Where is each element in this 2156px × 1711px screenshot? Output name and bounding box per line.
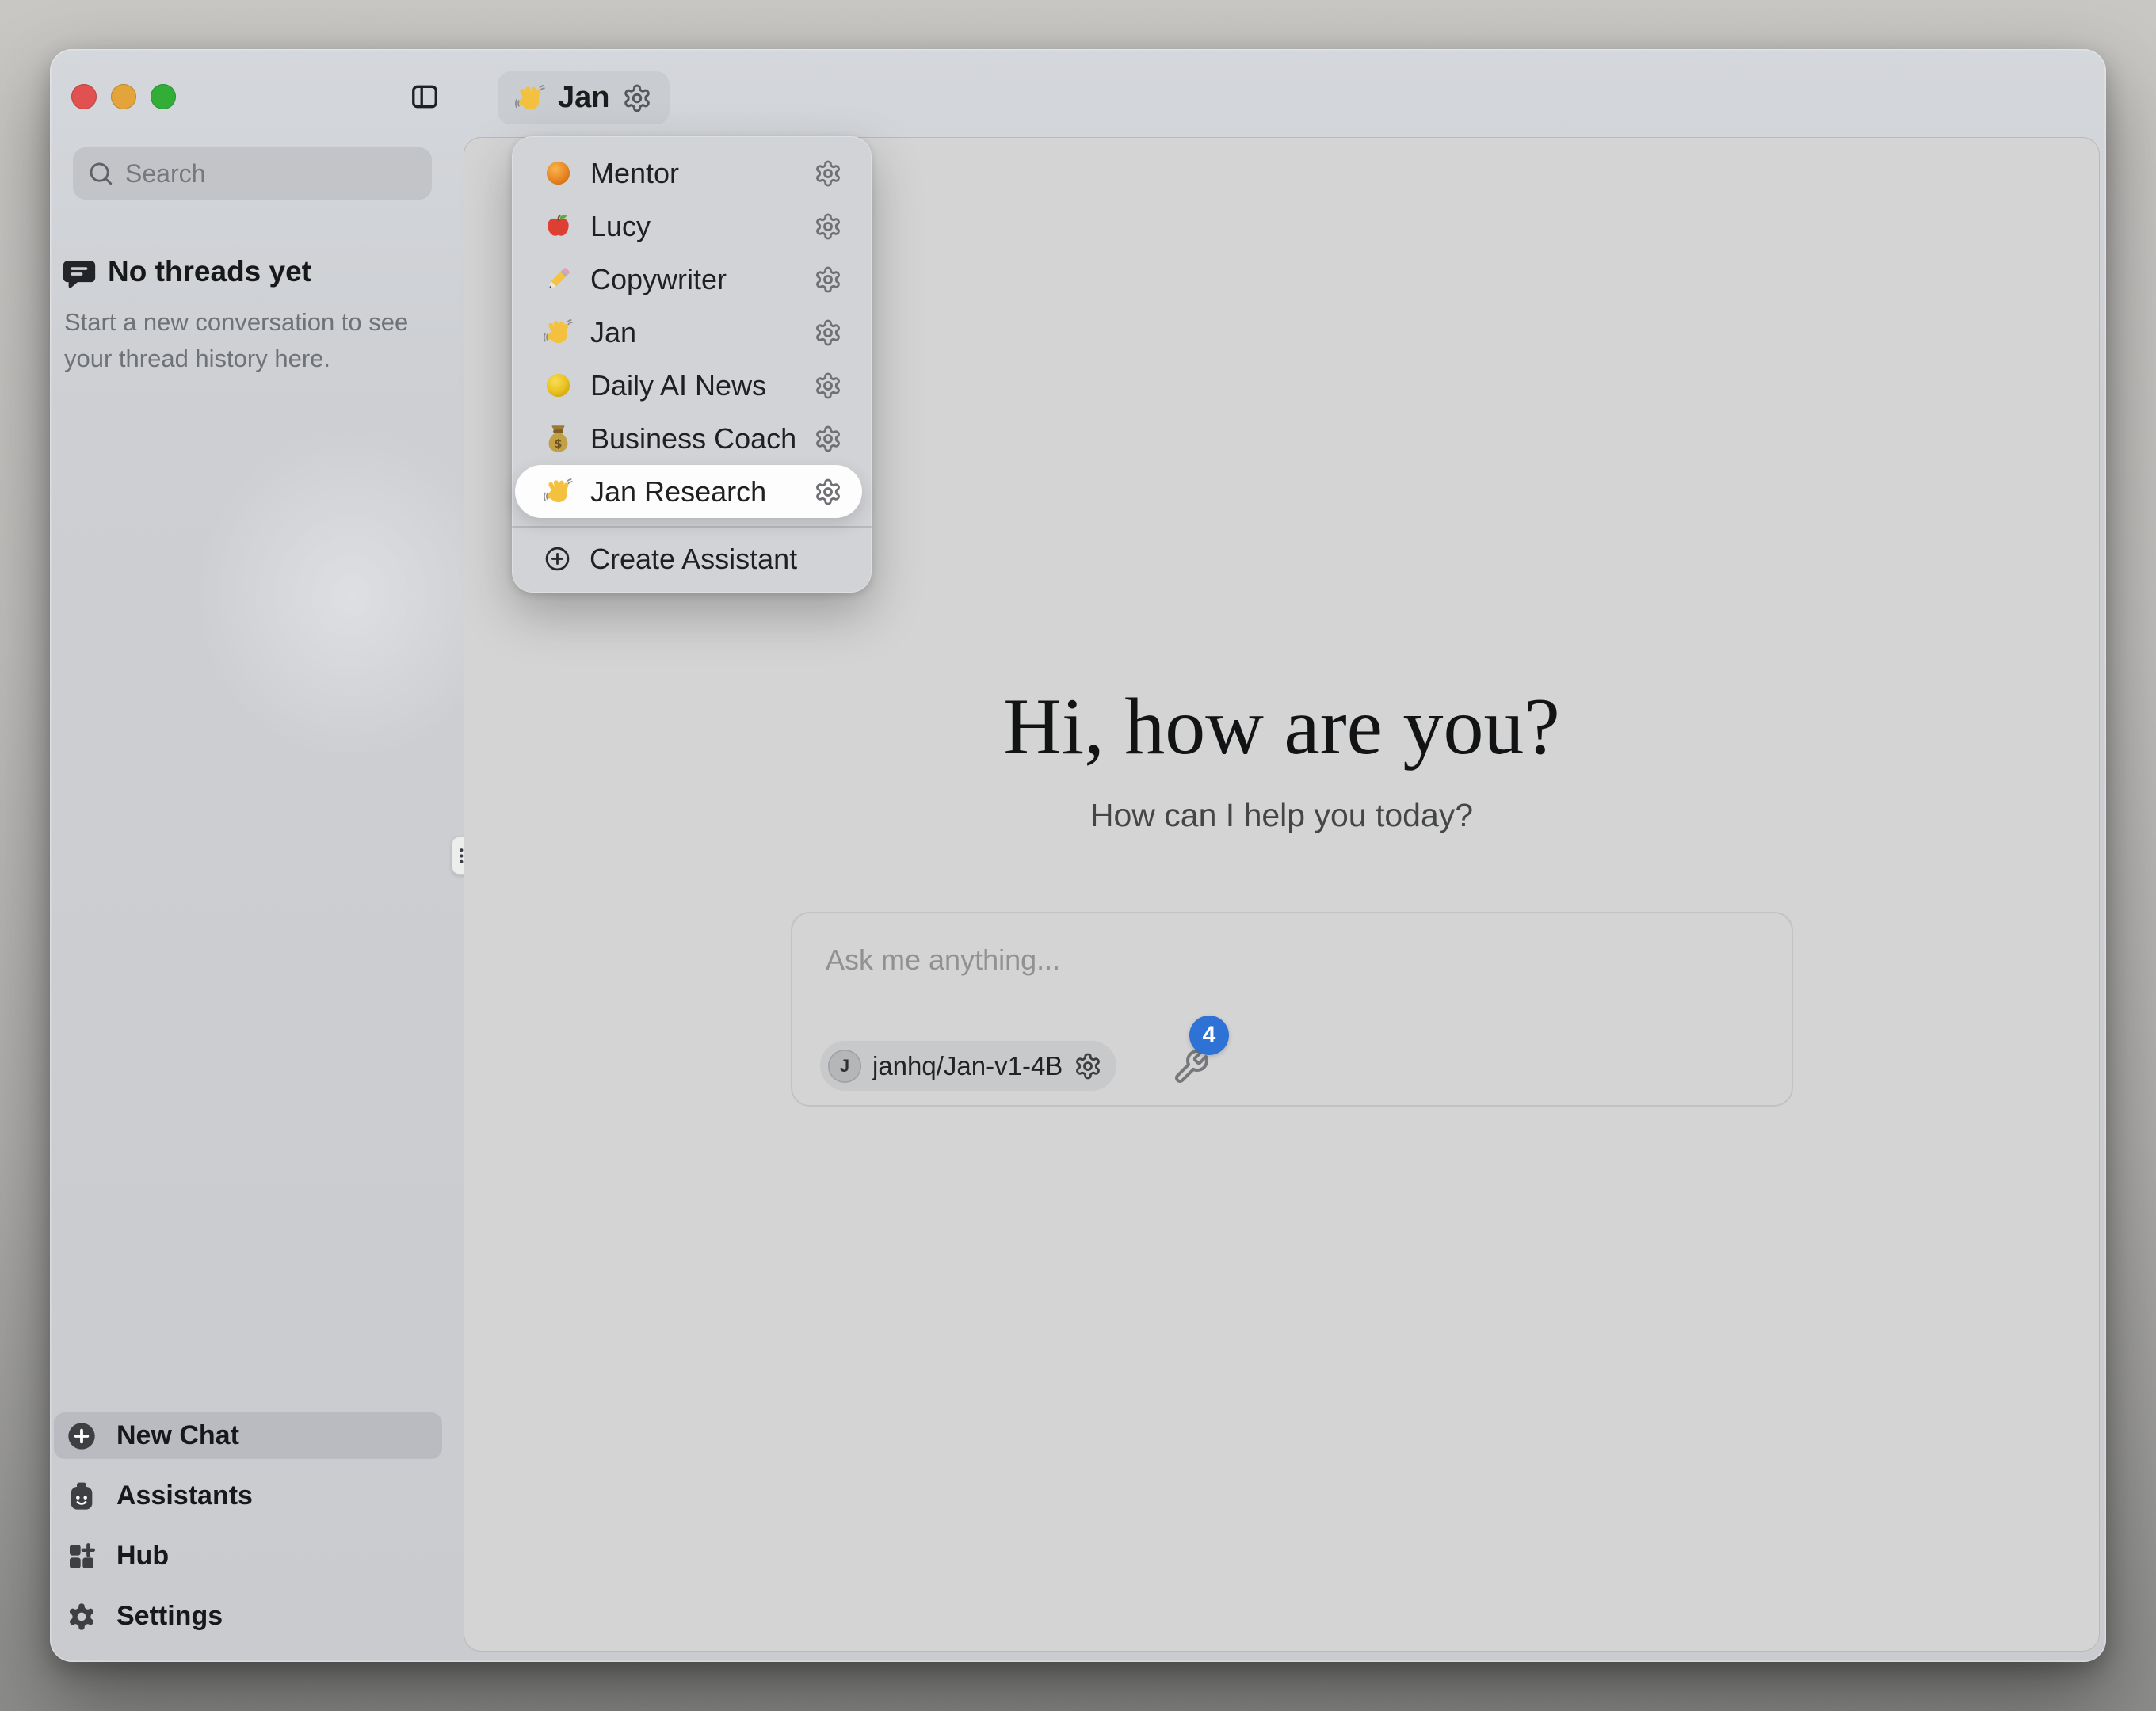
model-selector-button[interactable]: J janhq/Jan-v1-4B [820,1041,1116,1091]
sidebar-nav-label: Settings [116,1601,223,1632]
pencil-emoji-icon [544,265,573,294]
sidebar-toggle-button[interactable] [405,77,445,116]
assistant-menu-item-label: Mentor [590,157,679,190]
model-avatar: J [828,1050,861,1083]
menu-separator [512,526,872,528]
sidebar-item-assistants[interactable]: Assistants [54,1473,442,1519]
assistant-menu-items: Mentor Lucy Copywriter Jan Daily AI News… [512,147,872,518]
greeting-title: Hi, how are you? [464,683,2099,772]
orange-circle-emoji-icon [544,158,573,188]
assistant-menu-item-mentor[interactable]: Mentor [515,147,862,200]
chat-composer[interactable]: J janhq/Jan-v1-4B 4 [791,912,1793,1107]
create-assistant-button[interactable]: Create Assistant [512,535,872,583]
search-input[interactable]: Search [73,147,432,200]
model-name: janhq/Jan-v1-4B [872,1051,1063,1081]
assistant-dropdown-menu: Mentor Lucy Copywriter Jan Daily AI News… [512,136,872,593]
tools-count-badge: 4 [1189,1016,1229,1055]
assistant-selector-button[interactable]: Jan [498,71,670,124]
plus-circle-icon [544,545,571,573]
assistant-menu-item-label: Jan Research [590,475,766,509]
greeting-subtitle: How can I help you today? [464,797,2099,834]
create-assistant-label: Create Assistant [590,543,797,576]
assistant-menu-item-jan-research[interactable]: Jan Research [515,465,862,518]
assistant-menu-item-jan[interactable]: Jan [515,306,862,359]
assistant-settings-gear-icon[interactable] [622,83,652,113]
assistant-selector-label: Jan [558,81,609,115]
chat-input[interactable] [824,942,1738,1024]
yellow-circle-emoji-icon [544,371,573,400]
assistant-item-gear-icon[interactable] [814,478,842,506]
wave-emoji-icon [544,318,573,347]
minimize-window-button[interactable] [111,84,136,109]
assistant-item-gear-icon[interactable] [814,159,842,188]
sidebar-item-new-chat[interactable]: New Chat [54,1412,442,1459]
assistant-item-gear-icon[interactable] [814,265,842,294]
money-bag-emoji-icon [544,424,573,453]
assistant-item-gear-icon[interactable] [814,425,842,453]
assistant-menu-item-label: Jan [590,316,636,349]
app-window: Search No threads yet Start a new conver… [50,49,2106,1662]
model-settings-gear-icon[interactable] [1074,1052,1102,1080]
assistant-menu-item-copywriter[interactable]: Copywriter [515,253,862,306]
search-icon [87,160,114,187]
close-window-button[interactable] [71,84,97,109]
wave-emoji-icon [544,477,573,506]
search-placeholder: Search [125,159,205,189]
assistant-menu-item-label: Copywriter [590,263,727,296]
apple-emoji-icon [544,211,573,241]
wave-emoji-icon [515,83,545,113]
empty-threads-description: Start a new conversation to see your thr… [64,304,445,377]
bot-icon [66,1480,97,1512]
assistant-item-gear-icon[interactable] [814,318,842,347]
assistant-item-gear-icon[interactable] [814,372,842,400]
zoom-window-button[interactable] [151,84,176,109]
sidebar-nav-label: New Chat [116,1420,239,1451]
assistant-menu-item-label: Daily AI News [590,369,766,402]
assistant-menu-item-business-coach[interactable]: Business Coach [515,412,862,465]
sidebar-item-hub[interactable]: Hub [54,1533,442,1580]
assistant-item-gear-icon[interactable] [814,212,842,241]
sidebar-nav-label: Assistants [116,1480,253,1511]
assistant-menu-item-lucy[interactable]: Lucy [515,200,862,253]
assistant-menu-item-daily-ai-news[interactable]: Daily AI News [515,359,862,412]
hub-icon [66,1541,97,1572]
sidebar-nav: New Chat Assistants Hub Settings [54,1412,442,1653]
assistant-menu-item-label: Business Coach [590,422,796,455]
empty-threads-title: No threads yet [108,255,311,288]
message-square-icon [62,257,97,292]
gear-filled-icon [66,1601,97,1633]
plus-circle-filled-icon [66,1420,97,1452]
sidebar-nav-label: Hub [116,1541,169,1572]
panel-left-icon [410,82,440,112]
sidebar-item-settings[interactable]: Settings [54,1593,442,1640]
assistant-menu-item-label: Lucy [590,210,651,243]
